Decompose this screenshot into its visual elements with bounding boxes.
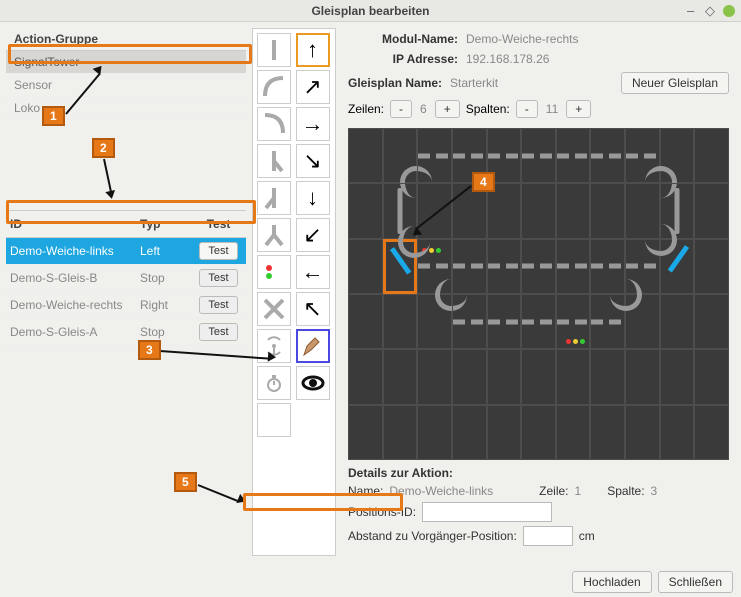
table-row[interactable]: Demo-S-Gleis-A Stop Test <box>6 319 246 346</box>
row-id: Demo-Weiche-rechts <box>6 294 136 316</box>
row-id: Demo-Weiche-links <box>6 240 136 262</box>
new-gleisplan-button[interactable]: Neuer Gleisplan <box>621 72 729 94</box>
switch-left-icon[interactable] <box>257 144 291 178</box>
minimize-icon[interactable]: – <box>687 6 697 16</box>
spalten-plus-button[interactable]: + <box>566 100 591 118</box>
header-typ: Typ <box>136 211 191 237</box>
curve-e-icon[interactable] <box>257 107 291 141</box>
detail-spalte-label: Spalte: <box>607 484 644 498</box>
row-typ: Right <box>136 294 191 316</box>
gleisplan-label: Gleisplan Name: <box>348 76 442 90</box>
arrow-down-icon[interactable]: ↓ <box>296 181 330 215</box>
right-pane: Modul-Name: Demo-Weiche-rechts IP Adress… <box>342 28 735 556</box>
detail-abstand-unit: cm <box>579 529 595 543</box>
pencil-icon[interactable] <box>296 329 330 363</box>
left-pane: Action-Gruppe SignalTower Sensor Loko ID… <box>6 28 246 556</box>
close-icon[interactable] <box>723 5 735 17</box>
row-typ: Stop <box>136 267 191 289</box>
row-id: Demo-S-Gleis-A <box>6 321 136 343</box>
row-id: Demo-S-Gleis-B <box>6 267 136 289</box>
tool-palette: ↑ ↗ → ↘ ↓ ↙ ← ↖ <box>252 28 336 556</box>
switch-right-icon[interactable] <box>257 181 291 215</box>
test-button[interactable]: Test <box>199 242 237 260</box>
action-item-signaltower[interactable]: SignalTower <box>6 51 246 74</box>
detail-posid-label: Positions-ID: <box>348 505 416 519</box>
detail-zeile-label: Zeile: <box>539 484 568 498</box>
crossing-icon[interactable] <box>257 292 291 326</box>
table-area: ID Typ Test Demo-Weiche-links Left Test … <box>6 210 246 346</box>
signal-icon[interactable] <box>257 255 291 289</box>
zeilen-minus-button[interactable]: - <box>390 100 412 118</box>
upload-button[interactable]: Hochladen <box>572 571 651 593</box>
detail-abstand-label: Abstand zu Vorgänger-Position: <box>348 529 517 543</box>
zeilen-value: 6 <box>414 102 433 116</box>
gleisplan-value: Starterkit <box>450 76 613 90</box>
table-row[interactable]: Demo-Weiche-rechts Right Test <box>6 292 246 319</box>
detail-abstand-input[interactable] <box>523 526 573 546</box>
action-item-loko[interactable]: Loko <box>6 97 246 120</box>
ip-value: 192.168.178.26 <box>466 52 729 66</box>
track-grid[interactable] <box>348 128 729 460</box>
detail-name-label: Name: <box>348 484 383 498</box>
switch-y-icon[interactable] <box>257 218 291 252</box>
detail-name-value: Demo-Weiche-links <box>389 484 493 498</box>
empty-tool-icon[interactable] <box>257 403 291 437</box>
detail-zeile-value: 1 <box>575 484 582 498</box>
curve-ne-icon[interactable] <box>257 70 291 104</box>
footer-buttons: Hochladen Schließen <box>572 571 733 593</box>
zeilen-plus-button[interactable]: + <box>435 100 460 118</box>
antenna-icon[interactable] <box>257 329 291 363</box>
spalten-label: Spalten: <box>466 102 510 116</box>
arrow-left-icon[interactable]: ← <box>296 255 330 289</box>
test-button[interactable]: Test <box>199 269 237 287</box>
table-row[interactable]: Demo-Weiche-links Left Test <box>6 238 246 265</box>
arrow-sw-icon[interactable]: ↙ <box>296 218 330 252</box>
header-test: Test <box>191 211 246 237</box>
row-typ: Stop <box>136 321 191 343</box>
action-item-sensor[interactable]: Sensor <box>6 74 246 97</box>
arrow-ne-icon[interactable]: ↗ <box>296 70 330 104</box>
module-name-value: Demo-Weiche-rechts <box>466 32 729 46</box>
selected-grid-cell[interactable] <box>383 239 418 294</box>
header-id: ID <box>6 211 136 237</box>
spalten-minus-button[interactable]: - <box>516 100 538 118</box>
track-vertical-icon[interactable] <box>257 33 291 67</box>
test-button[interactable]: Test <box>199 296 237 314</box>
details-panel: Details zur Aktion: Name: Demo-Weiche-li… <box>348 466 729 550</box>
details-title: Details zur Aktion: <box>348 466 729 480</box>
close-button[interactable]: Schließen <box>658 571 733 593</box>
maximize-icon[interactable]: ◇ <box>705 6 715 16</box>
window-controls: – ◇ <box>687 5 735 17</box>
clock-icon[interactable] <box>257 366 291 400</box>
action-group-list: SignalTower Sensor Loko <box>6 51 246 120</box>
table-header: ID Typ Test <box>6 211 246 238</box>
action-group-header: Action-Gruppe <box>6 28 246 51</box>
detail-posid-input[interactable] <box>422 502 552 522</box>
table-row[interactable]: Demo-S-Gleis-B Stop Test <box>6 265 246 292</box>
module-name-label: Modul-Name: <box>348 32 458 46</box>
arrow-right-icon[interactable]: → <box>296 107 330 141</box>
eye-icon[interactable] <box>296 366 330 400</box>
titlebar: Gleisplan bearbeiten – ◇ <box>0 0 741 22</box>
arrow-nw-icon[interactable]: ↖ <box>296 292 330 326</box>
spalten-value: 11 <box>540 102 564 116</box>
test-button[interactable]: Test <box>199 323 237 341</box>
arrow-se-icon[interactable]: ↘ <box>296 144 330 178</box>
ip-label: IP Adresse: <box>348 52 458 66</box>
zeilen-label: Zeilen: <box>348 102 384 116</box>
window-title: Gleisplan bearbeiten <box>311 4 429 18</box>
arrow-up-icon[interactable]: ↑ <box>296 33 330 67</box>
detail-spalte-value: 3 <box>651 484 658 498</box>
row-typ: Left <box>136 240 191 262</box>
